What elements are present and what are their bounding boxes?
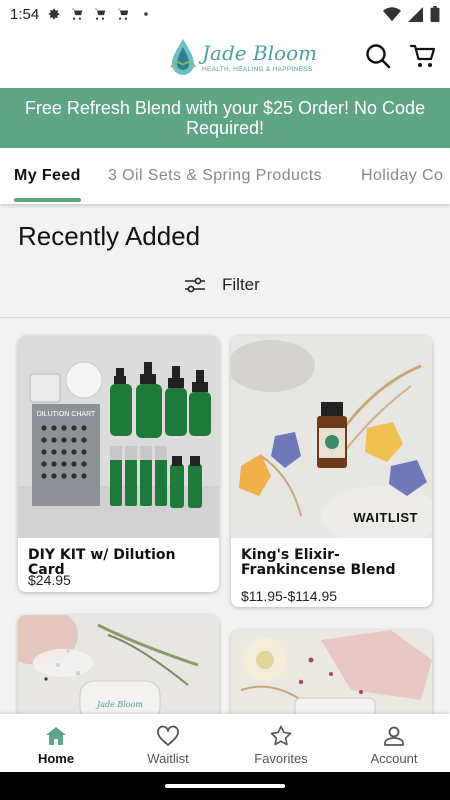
promo-banner[interactable]: Free Refresh Blend with your $25 Order! … bbox=[0, 88, 450, 148]
section-title: Recently Added bbox=[18, 221, 201, 251]
cart-notification-icon bbox=[117, 8, 129, 20]
jade-bloom-logo[interactable]: Jade Bloom HEALTH, HEALING & HAPPINESS bbox=[168, 36, 318, 78]
product-image: DILUTION CHART bbox=[18, 336, 219, 538]
jar-label-text: Jade Bloom bbox=[95, 700, 143, 709]
settings-gear-icon bbox=[48, 8, 60, 20]
bottom-navigation: Home Waitlist Favorites Account bbox=[0, 714, 450, 772]
dilution-chart-text: DILUTION CHART bbox=[37, 411, 96, 418]
signal-icon bbox=[408, 6, 423, 22]
status-time: 1:54 bbox=[10, 5, 40, 23]
nav-waitlist-label: Waitlist bbox=[147, 751, 189, 766]
more-notifications-dot-icon bbox=[144, 12, 148, 16]
status-bar: 1:54 bbox=[0, 0, 450, 28]
system-gesture-bar bbox=[0, 772, 450, 800]
logo-title: Jade Bloom bbox=[202, 40, 318, 65]
product-price: $11.95-$114.95 bbox=[241, 588, 338, 604]
waitlist-badge: WAITLIST bbox=[353, 510, 418, 525]
star-icon bbox=[270, 725, 292, 746]
category-tabs: My Feed 3 Oil Sets & Spring Products Hol… bbox=[0, 150, 450, 204]
home-gesture-handle[interactable] bbox=[165, 784, 285, 788]
filter-button[interactable]: Filter bbox=[184, 274, 260, 296]
product-image bbox=[231, 630, 432, 714]
product-image: Jade Bloom bbox=[18, 615, 219, 714]
product-image bbox=[231, 336, 432, 538]
wifi-icon bbox=[383, 6, 401, 21]
cart-notification-icon bbox=[94, 8, 106, 20]
cart-notification-icon bbox=[71, 8, 83, 20]
logo-drop-icon bbox=[170, 39, 196, 75]
tab-holiday[interactable]: Holiday Co bbox=[361, 150, 443, 204]
product-card[interactable]: WAITLIST King's Elixir- Frankincense Ble… bbox=[231, 336, 432, 607]
product-price: $24.95 bbox=[28, 572, 71, 588]
tab-oil-sets-spring[interactable]: 3 Oil Sets & Spring Products bbox=[108, 150, 322, 204]
feed-content[interactable]: Recently Added Filter DILUTION CHART DIY… bbox=[0, 204, 450, 714]
status-right bbox=[383, 6, 440, 22]
battery-icon bbox=[430, 6, 440, 22]
filter-label: Filter bbox=[222, 275, 260, 294]
divider bbox=[0, 317, 450, 318]
cart-icon[interactable] bbox=[409, 42, 437, 70]
nav-home[interactable]: Home bbox=[0, 714, 112, 772]
nav-home-label: Home bbox=[37, 751, 75, 766]
product-card[interactable]: Jade Bloom bbox=[18, 615, 219, 714]
filter-sliders-icon bbox=[185, 277, 205, 293]
nav-waitlist[interactable]: Waitlist bbox=[112, 714, 224, 772]
product-card[interactable] bbox=[231, 630, 432, 714]
nav-favorites-label: Favorites bbox=[254, 751, 308, 766]
app-header: Jade Bloom HEALTH, HEALING & HAPPINESS bbox=[0, 28, 450, 88]
account-icon bbox=[384, 726, 404, 746]
heart-icon bbox=[157, 725, 179, 746]
product-name: King's Elixir- Frankincense Blend bbox=[241, 547, 396, 578]
tab-my-feed[interactable]: My Feed bbox=[14, 150, 81, 204]
logo-subtitle: HEALTH, HEALING & HAPPINESS bbox=[202, 65, 313, 73]
nav-account[interactable]: Account bbox=[338, 714, 450, 772]
active-tab-indicator bbox=[14, 198, 81, 202]
nav-account-label: Account bbox=[370, 751, 418, 766]
promo-banner-text: Free Refresh Blend with your $25 Order! … bbox=[24, 98, 426, 138]
nav-favorites[interactable]: Favorites bbox=[225, 714, 337, 772]
app-screen: 1:54 Jade Bloom HEALTH, HEALING & HAPPIN… bbox=[0, 0, 450, 800]
search-icon[interactable] bbox=[364, 42, 392, 70]
home-icon bbox=[46, 727, 66, 745]
product-card[interactable]: DILUTION CHART DIY KIT w/ Dilution Card … bbox=[18, 336, 219, 592]
